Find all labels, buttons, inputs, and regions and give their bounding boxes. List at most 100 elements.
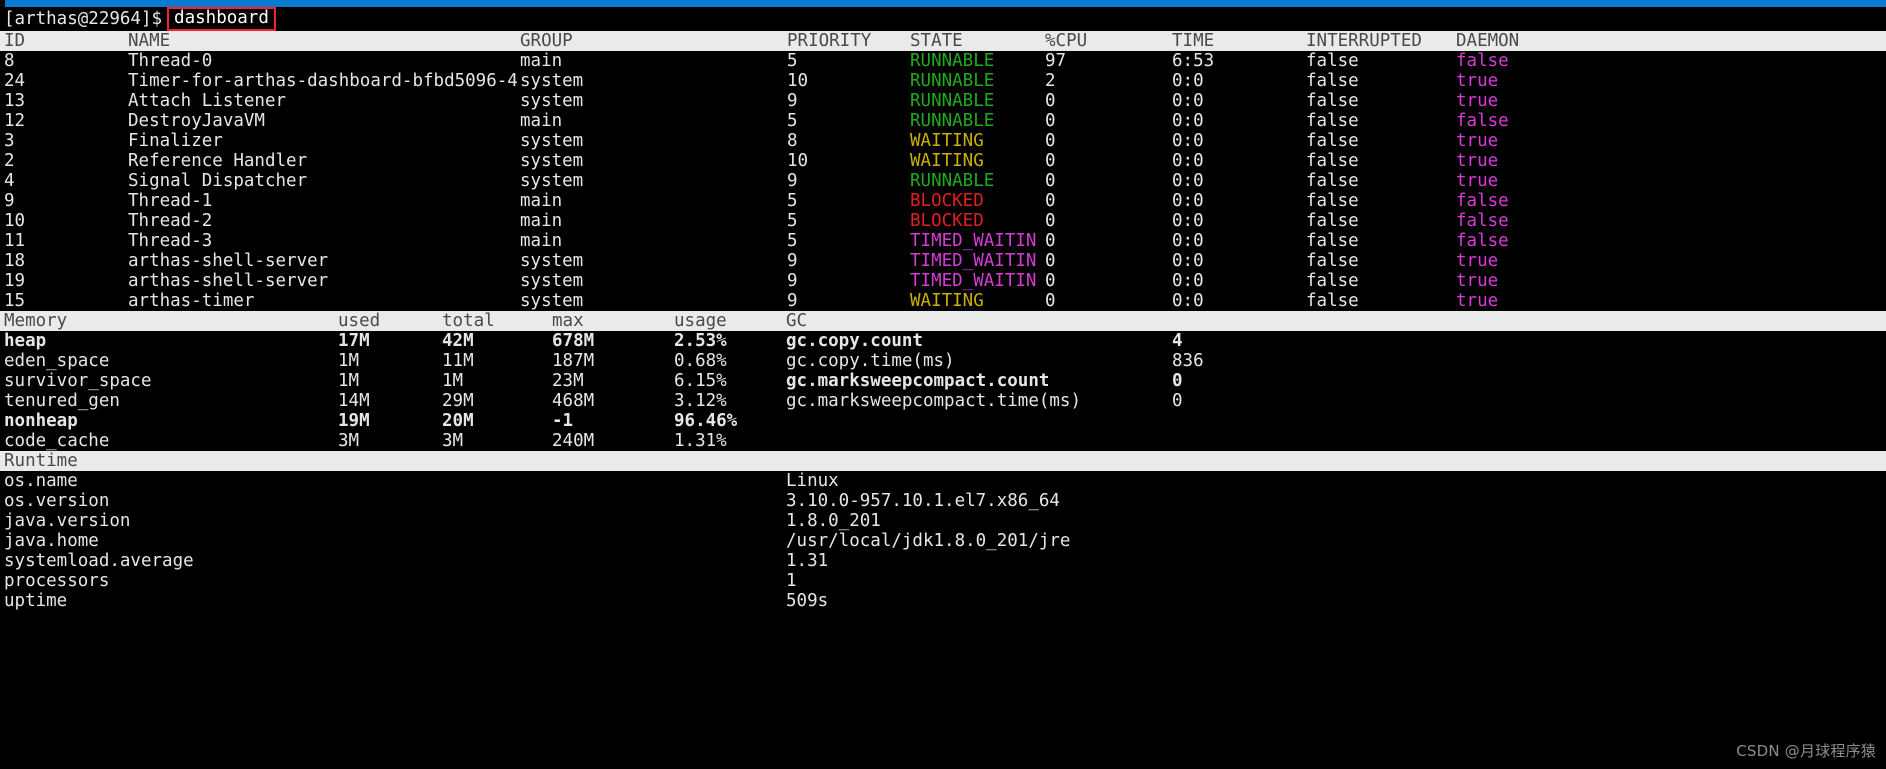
thread-interrupted: false <box>1306 91 1359 111</box>
memory-usage: 1.31% <box>674 431 727 451</box>
window-titlebar <box>0 0 1886 7</box>
thread-priority: 5 <box>787 211 798 231</box>
memory-row: code_cache 3M 3M 240M 1.31% <box>0 431 1886 451</box>
memory-used: 3M <box>338 431 360 451</box>
runtime-property-value: Linux <box>786 471 839 491</box>
memory-used: 17M <box>338 331 370 351</box>
thread-daemon: false <box>1456 231 1509 251</box>
thread-interrupted: false <box>1306 71 1359 91</box>
runtime-property-value: 1.8.0_201 <box>786 511 881 531</box>
thread-priority: 9 <box>787 91 798 111</box>
thread-id: 4 <box>4 171 15 191</box>
thread-time: 0:0 <box>1172 211 1204 231</box>
thread-row[interactable]: 3 Finalizer system 8 WAITING 0 0:0 false true <box>0 131 1886 151</box>
memory-usage: 3.12% <box>674 391 727 411</box>
column-header-priority: PRIORITY <box>787 31 872 51</box>
runtime-property-key: java.home <box>4 531 99 551</box>
command-input[interactable]: dashboard <box>167 7 276 31</box>
thread-interrupted: false <box>1306 271 1359 291</box>
thread-interrupted: false <box>1306 211 1359 231</box>
column-header-time: TIME <box>1172 31 1215 51</box>
thread-time: 6:53 <box>1172 51 1215 71</box>
thread-state: WAITING <box>910 291 984 311</box>
thread-interrupted: false <box>1306 291 1359 311</box>
memory-rows-container: heap 17M 42M 678M 2.53% gc.copy.count 4 eden_sp… <box>0 331 1886 451</box>
thread-cpu: 97 <box>1045 51 1067 71</box>
shell-prompt-line[interactable]: [arthas@22964]$ dashboard <box>0 7 1886 31</box>
thread-time: 0:0 <box>1172 71 1204 91</box>
thread-row[interactable]: 9 Thread-1 main 5 BLOCKED 0 0:0 false false <box>0 191 1886 211</box>
thread-name: Finalizer <box>128 131 223 151</box>
column-header-max: max <box>552 311 584 331</box>
memory-usage: 2.53% <box>674 331 727 351</box>
thread-name: arthas-shell-server <box>128 251 329 271</box>
runtime-property-key: systemload.average <box>4 551 194 571</box>
thread-priority: 5 <box>787 51 798 71</box>
column-header-usage: usage <box>674 311 727 331</box>
memory-pool-name: eden_space <box>4 351 110 371</box>
runtime-property-key: os.version <box>4 491 110 511</box>
thread-priority: 9 <box>787 271 798 291</box>
gc-metric-name: gc.marksweepcompact.count <box>786 371 1050 391</box>
thread-row[interactable]: 12 DestroyJavaVM main 5 RUNNABLE 0 0:0 false fal… <box>0 111 1886 131</box>
memory-row: survivor_space 1M 1M 23M 6.15% gc.marksweepco… <box>0 371 1886 391</box>
thread-row[interactable]: 2 Reference Handler system 10 WAITING 0 0:0 fal… <box>0 151 1886 171</box>
thread-interrupted: false <box>1306 231 1359 251</box>
thread-row[interactable]: 8 Thread-0 main 5 RUNNABLE 97 6:53 false false <box>0 51 1886 71</box>
thread-time: 0:0 <box>1172 91 1204 111</box>
memory-row: nonheap 19M 20M -1 96.46% <box>0 411 1886 431</box>
gc-metric-value: 0 <box>1172 371 1183 391</box>
thread-time: 0:0 <box>1172 111 1204 131</box>
thread-row[interactable]: 19 arthas-shell-server system 9 TIMED_WAITIN… <box>0 271 1886 291</box>
thread-row[interactable]: 13 Attach Listener system 9 RUNNABLE 0 0:0 fals… <box>0 91 1886 111</box>
thread-cpu: 0 <box>1045 211 1056 231</box>
gc-metric-value: 0 <box>1172 391 1183 411</box>
thread-row[interactable]: 11 Thread-3 main 5 TIMED_WAITIN 0 0:0 false fals… <box>0 231 1886 251</box>
thread-id: 24 <box>4 71 26 91</box>
thread-row[interactable]: 4 Signal Dispatcher system 9 RUNNABLE 0 0:0 fal… <box>0 171 1886 191</box>
memory-used: 19M <box>338 411 370 431</box>
thread-row[interactable]: 10 Thread-2 main 5 BLOCKED 0 0:0 false false <box>0 211 1886 231</box>
memory-row: heap 17M 42M 678M 2.53% gc.copy.count 4 <box>0 331 1886 351</box>
runtime-row: java.home/usr/local/jdk1.8.0_201/jre <box>0 531 1886 551</box>
column-header-used: used <box>338 311 381 331</box>
runtime-table-header: Runtime <box>0 451 1886 471</box>
thread-group: system <box>520 251 584 271</box>
runtime-row: os.name Linux <box>0 471 1886 491</box>
thread-interrupted: false <box>1306 171 1359 191</box>
memory-pool-name: code_cache <box>4 431 110 451</box>
memory-pool-name: survivor_space <box>4 371 152 391</box>
thread-id: 13 <box>4 91 26 111</box>
thread-daemon: true <box>1456 271 1499 291</box>
thread-table: ID NAME GROUP PRIORITY STATE %CPU TIME I… <box>0 31 1886 311</box>
memory-max: 23M <box>552 371 584 391</box>
thread-id: 15 <box>4 291 26 311</box>
memory-row: tenured_gen 14M 29M 468M 3.12% gc.marksweepco… <box>0 391 1886 411</box>
thread-interrupted: false <box>1306 151 1359 171</box>
thread-priority: 9 <box>787 291 798 311</box>
thread-daemon: false <box>1456 111 1509 131</box>
thread-id: 10 <box>4 211 26 231</box>
thread-name: Attach Listener <box>128 91 287 111</box>
thread-cpu: 0 <box>1045 151 1056 171</box>
thread-priority: 9 <box>787 251 798 271</box>
thread-interrupted: false <box>1306 51 1359 71</box>
memory-total: 20M <box>442 411 474 431</box>
thread-state: TIMED_WAITIN <box>910 271 1037 291</box>
thread-group: main <box>520 211 563 231</box>
memory-usage: 0.68% <box>674 351 727 371</box>
thread-row[interactable]: 18 arthas-shell-server system 9 TIMED_WAITIN… <box>0 251 1886 271</box>
thread-group: system <box>520 131 584 151</box>
thread-row[interactable]: 15 arthas-timer system 9 WAITING 0 0:0 false tru… <box>0 291 1886 311</box>
thread-name: arthas-shell-server <box>128 271 329 291</box>
runtime-header-label: Runtime <box>4 451 78 471</box>
thread-daemon: true <box>1456 131 1499 151</box>
thread-group: main <box>520 231 563 251</box>
memory-total: 29M <box>442 391 474 411</box>
runtime-property-key: uptime <box>4 591 68 611</box>
runtime-row: os.version 3.10.0-957.10.1.el7.x86_64 <box>0 491 1886 511</box>
thread-interrupted: false <box>1306 131 1359 151</box>
thread-state: TIMED_WAITIN <box>910 251 1037 271</box>
thread-row[interactable]: 24 Timer-for-arthas-dashboard-bfbd5096-4f… <box>0 71 1886 91</box>
column-header-state: STATE <box>910 31 963 51</box>
